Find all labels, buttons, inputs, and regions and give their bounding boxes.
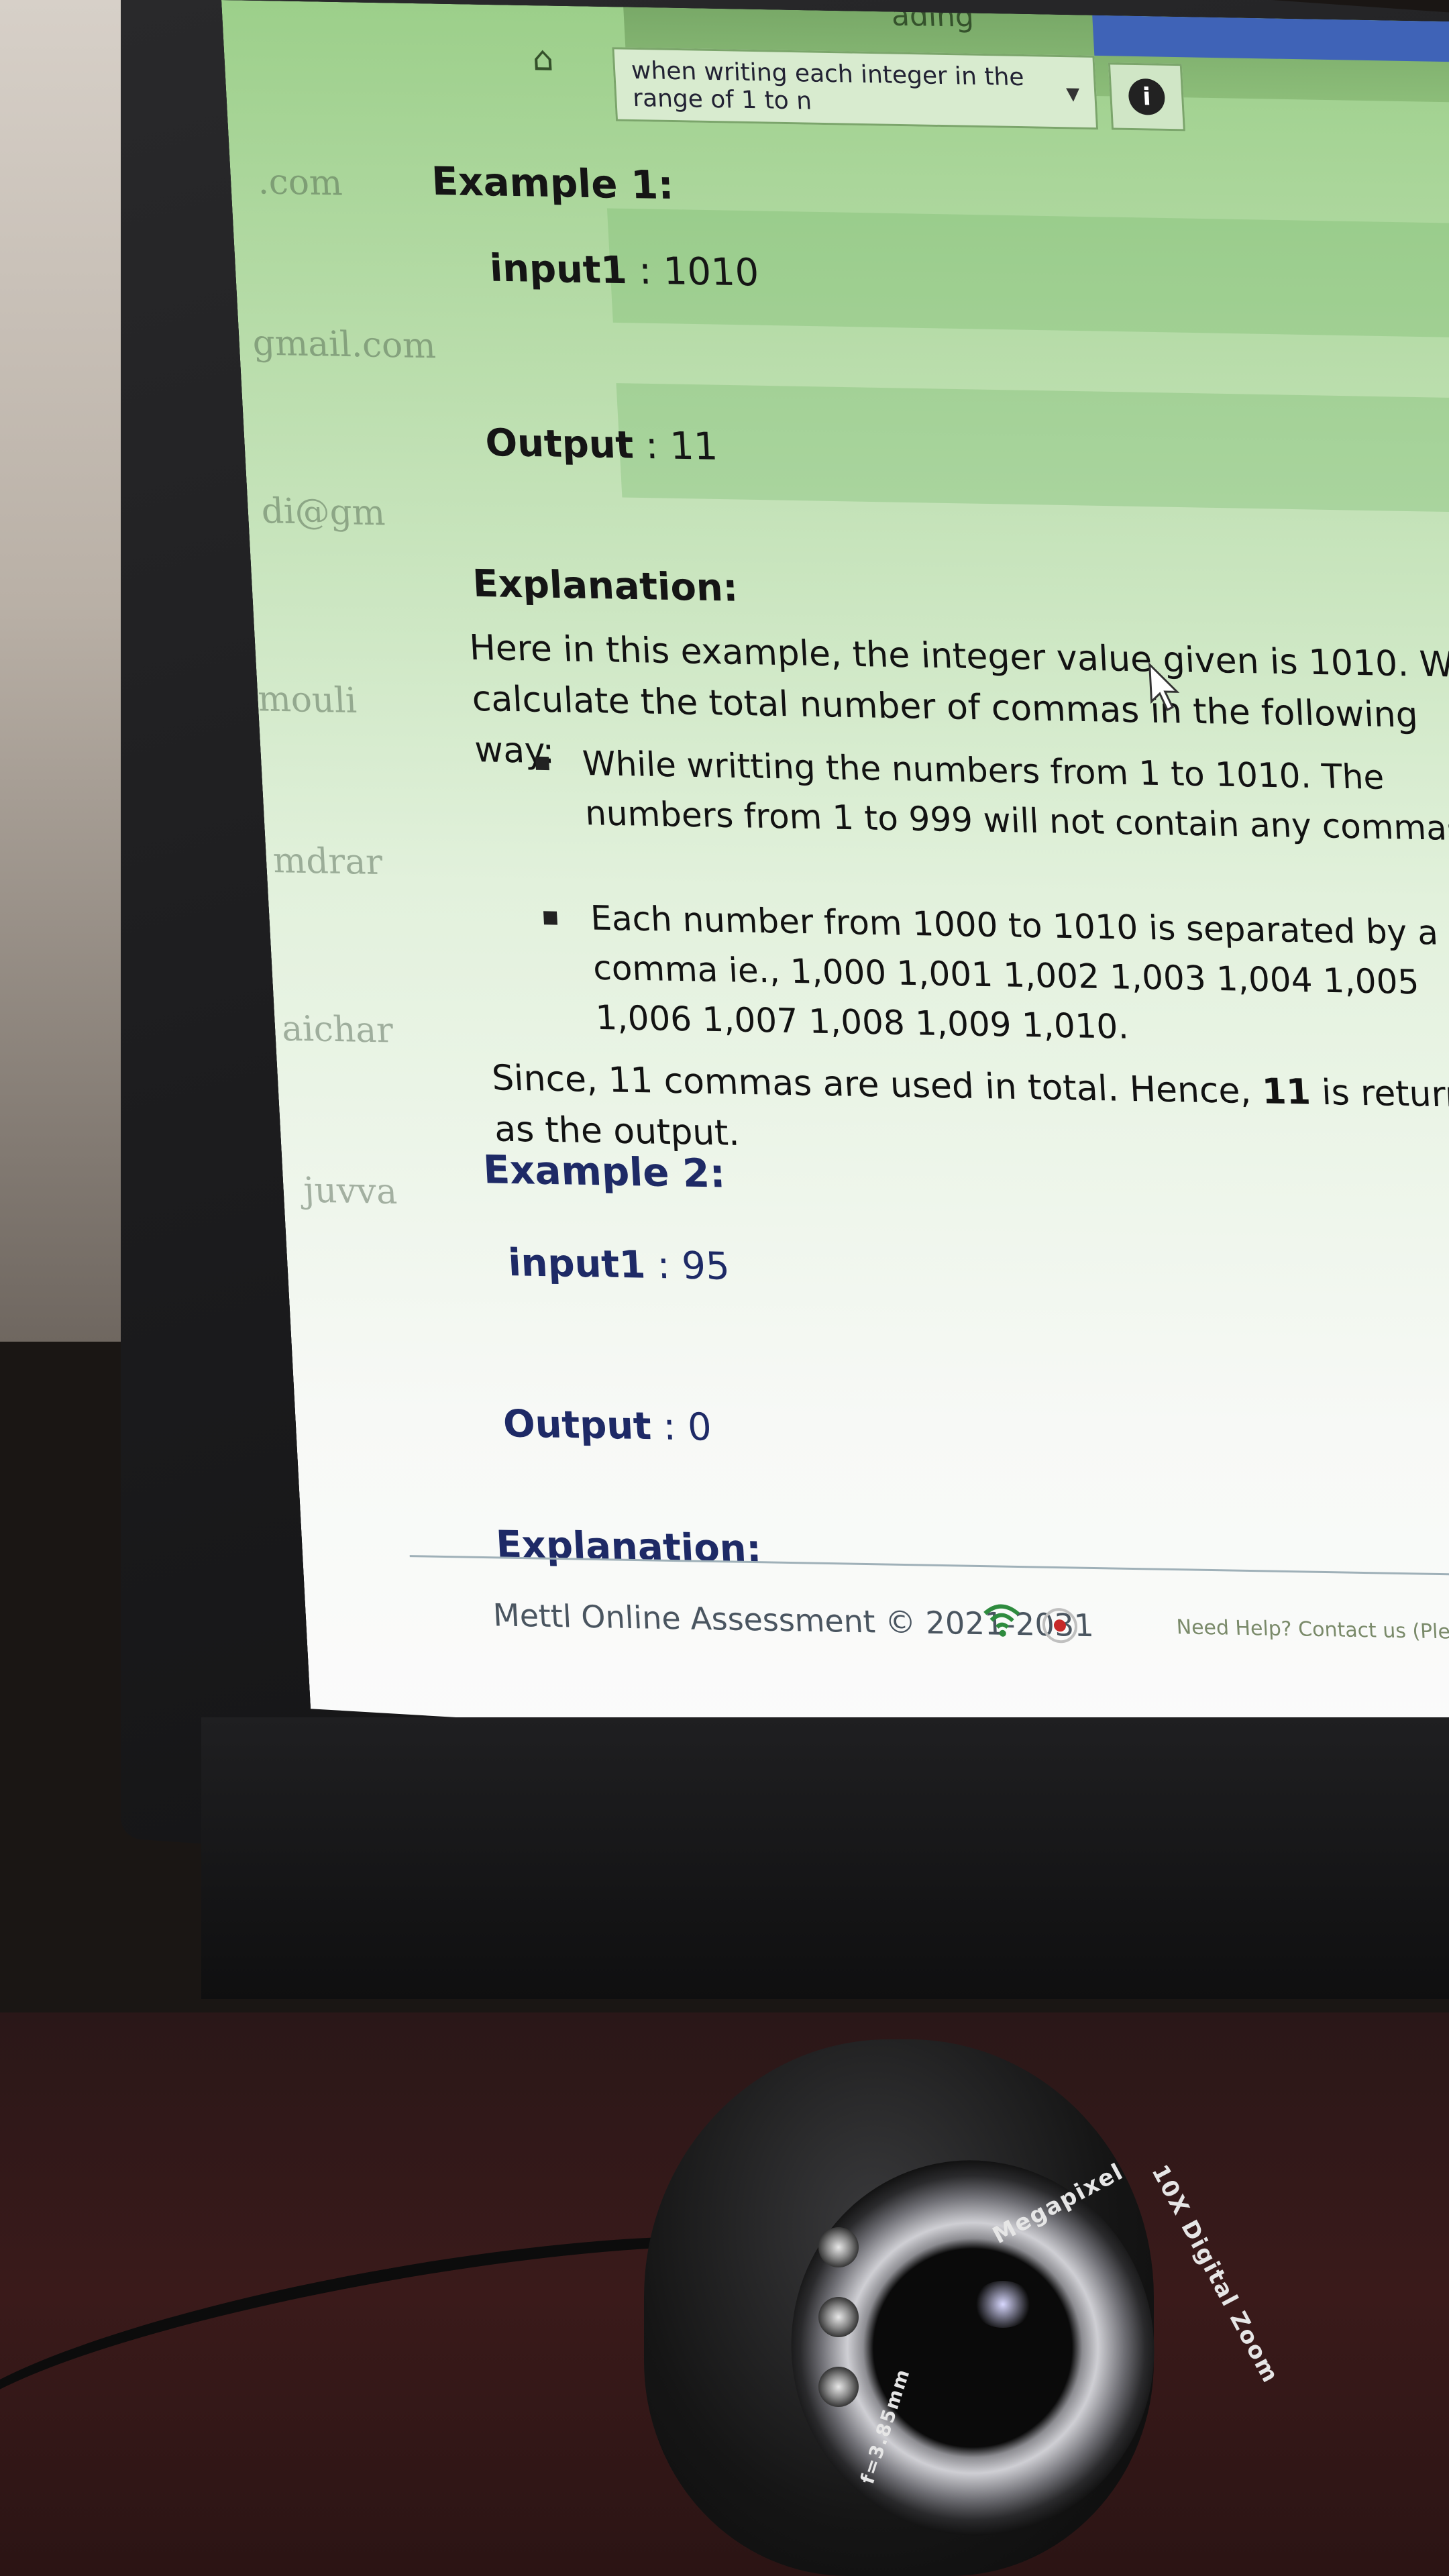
example-1-input: input1 : 1010 bbox=[488, 246, 760, 294]
example-1-output: Output : 11 bbox=[484, 421, 719, 469]
monitor-bottom-bezel bbox=[201, 1717, 1449, 1999]
example-1-bullet: Each number from 1000 to 1010 is separat… bbox=[543, 892, 1449, 1059]
output-label: Output bbox=[502, 1402, 653, 1449]
watermark: mdrar bbox=[272, 841, 384, 883]
output-value: : 11 bbox=[644, 423, 719, 469]
webcam-leds bbox=[818, 2227, 872, 2482]
example-2-output: Output : 0 bbox=[502, 1402, 712, 1450]
mouse-cursor-icon bbox=[1146, 661, 1189, 715]
output-band bbox=[616, 383, 1449, 513]
input-value: : 95 bbox=[656, 1243, 731, 1289]
help-contact-link[interactable]: Need Help? Contact us (Please add countr… bbox=[1176, 1615, 1449, 1646]
example-2-explanation-title: Explanation: bbox=[494, 1523, 763, 1572]
dropdown-label: when writing each integer in the range o… bbox=[631, 56, 1025, 115]
webcam-led bbox=[818, 2227, 859, 2267]
example-2-input: input1 : 95 bbox=[507, 1241, 731, 1289]
watermark: aichar bbox=[280, 1008, 394, 1051]
chevron-down-icon: ▼ bbox=[1065, 84, 1081, 105]
watermark: .com bbox=[256, 162, 343, 204]
watermark: mouli bbox=[256, 679, 358, 722]
info-button[interactable]: i bbox=[1108, 62, 1185, 131]
webcam-led bbox=[818, 2367, 859, 2407]
output-value: : 0 bbox=[661, 1405, 713, 1450]
input-label: input1 bbox=[488, 246, 629, 293]
example-1-explanation-title: Explanation: bbox=[471, 561, 739, 610]
home-icon[interactable]: ⌂ bbox=[531, 39, 555, 78]
conclusion-bold: 11 bbox=[1260, 1071, 1312, 1113]
question-dropdown[interactable]: when writing each integer in the range o… bbox=[612, 47, 1098, 129]
info-icon: i bbox=[1128, 78, 1166, 115]
monitor-screen: ading ⌂ when writing each integer in the… bbox=[221, 0, 1449, 1784]
webcam-led bbox=[818, 2297, 859, 2337]
watermark: juvva bbox=[303, 1170, 398, 1213]
output-label: Output bbox=[484, 421, 635, 468]
wifi-icon bbox=[981, 1599, 1023, 1640]
example-2-title: Example 2: bbox=[482, 1146, 727, 1197]
input-value: : 1010 bbox=[637, 249, 760, 295]
webcam-lens-glint bbox=[973, 2281, 1033, 2328]
watermark: di@gm bbox=[260, 491, 386, 534]
example-1-bullet: While writting the numbers from 1 to 101… bbox=[534, 738, 1449, 854]
conclusion-pre: Since, 11 commas are used in total. Henc… bbox=[490, 1058, 1252, 1112]
example-1-title: Example 1: bbox=[430, 158, 675, 209]
watermark: gmail.com bbox=[252, 323, 437, 367]
input-label: input1 bbox=[506, 1240, 647, 1287]
